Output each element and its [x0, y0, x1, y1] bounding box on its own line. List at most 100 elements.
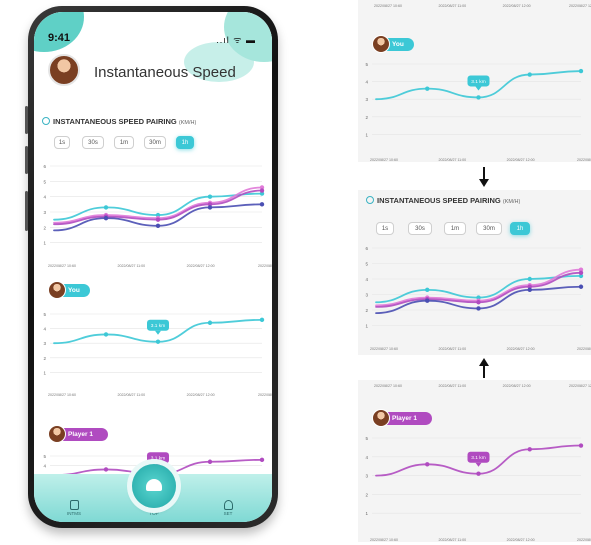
x-tick-label: 2022/08/27 10:60: [370, 538, 398, 542]
status-icons: ..ıl ᯤ ▬: [216, 35, 256, 45]
y-tick-label: 2: [365, 115, 368, 120]
panel-top-axis: 2022/08/27 10:60 2022/08/27 11:00 2022/08/…: [374, 384, 591, 388]
data-point: [259, 457, 265, 463]
data-point: [578, 68, 584, 74]
x-tick-label: 2022/08/27 12:00: [507, 158, 535, 162]
data-point: [425, 298, 430, 303]
section-title-text: INSTANTANEOUS SPEED PAIRING: [53, 117, 177, 126]
avatar: [48, 425, 66, 443]
panel-player1: 2022/08/27 10:60 2022/08/27 11:00 2022/08/…: [358, 380, 591, 542]
x-tick-label: 2022/08/27 10:60: [370, 347, 398, 351]
y-tick-label: 3: [43, 210, 46, 215]
time-button-1m[interactable]: 1m: [444, 222, 466, 235]
nav-center-label: TOP: [149, 511, 159, 516]
pairing-chart: 1 2 3 4 5 6 2022/08/27 10:60 2022/08/27 11:00 20…: [43, 164, 272, 268]
time-button-30s[interactable]: 30s: [408, 222, 432, 235]
data-point: [207, 194, 213, 199]
data-point: [103, 215, 109, 221]
nav-item-left[interactable]: INTMS: [62, 500, 86, 516]
y-tick-label: 3: [365, 97, 368, 102]
data-point: [425, 86, 430, 91]
nav-item-center[interactable]: TOP: [142, 511, 166, 516]
speed-bubble-tail: [475, 86, 482, 91]
y-tick-label: 4: [365, 277, 368, 282]
section-title: INSTANTANEOUS SPEED PAIRING (KM/H): [366, 196, 520, 205]
data-point: [476, 306, 481, 311]
avatar: [372, 35, 390, 53]
time-button-1h[interactable]: 1h: [176, 136, 194, 149]
user-icon: [223, 500, 233, 510]
panel-you: 2022/08/27 10:60 2022/08/27 11:00 2022/08/…: [358, 0, 591, 162]
data-point: [155, 223, 161, 228]
y-tick-label: 6: [365, 246, 368, 251]
speed-bubble-label: 3.1 km: [471, 79, 485, 85]
player1-badge[interactable]: Player 1: [372, 409, 432, 427]
data-point: [476, 300, 481, 305]
time-button-30m[interactable]: 30m: [144, 136, 166, 149]
x-tick-label: 2022/08/27 10:60: [48, 393, 76, 397]
x-tick-label: 2022/08/27 10:60: [374, 384, 402, 388]
x-tick-label: 2022/08/27 10:60: [374, 4, 402, 8]
x-tick-label: 2022/08/27 11:00: [438, 4, 466, 8]
x-tick-label: 2022/08/27 12:00: [507, 347, 535, 351]
data-point: [207, 459, 213, 464]
x-tick-label: 2022/08/27 12:: [258, 393, 272, 397]
speed-bubble-label: 3.1 km: [151, 456, 165, 462]
time-button-1s[interactable]: 1s: [376, 222, 394, 235]
player-you-badge[interactable]: You: [48, 281, 90, 299]
x-tick-label: 2022/08/27 11:00: [117, 264, 145, 268]
data-point: [425, 462, 430, 467]
nav-item-right[interactable]: SET: [216, 500, 240, 516]
y-tick-label: 1: [43, 241, 46, 246]
section-title-text: INSTANTANEOUS SPEED PAIRING: [377, 196, 501, 205]
x-tick-label: 2022/08/27 12:: [577, 158, 591, 162]
data-point: [207, 320, 213, 325]
y-tick-label: 3: [365, 293, 368, 298]
x-tick-label: 2022/08/27 12:: [577, 538, 591, 542]
y-tick-label: 4: [365, 80, 368, 85]
time-button-30m[interactable]: 30m: [476, 222, 502, 235]
data-point: [578, 270, 584, 275]
time-button-1h[interactable]: 1h: [510, 222, 530, 235]
player1-label: Player 1: [392, 415, 417, 422]
y-tick-label: 5: [365, 62, 368, 67]
phone-side-button: [25, 191, 28, 231]
page-title: Instantaneous Speed: [94, 64, 236, 81]
data-point: [259, 317, 265, 323]
avatar[interactable]: [48, 54, 80, 86]
speed-bubble-label: 3.1 km: [151, 323, 165, 329]
y-tick-label: 1: [365, 324, 368, 329]
phone-screen: 9:41 ..ıl ᯤ ▬ Instantaneous Speed INSTAN…: [34, 12, 272, 522]
data-point: [527, 287, 532, 293]
y-tick-label: 2: [365, 308, 368, 313]
speed-bubble-tail: [475, 462, 482, 467]
avatar: [48, 281, 66, 299]
x-tick-label: 2022/08/27 12:: [569, 4, 591, 8]
data-point: [527, 276, 532, 282]
y-tick-label: 5: [43, 312, 46, 317]
data-point: [578, 284, 584, 289]
run-fab-button[interactable]: [132, 464, 176, 508]
unit-label: (KM/H): [178, 120, 197, 126]
time-button-1s[interactable]: 1s: [54, 136, 70, 149]
info-icon[interactable]: [366, 196, 374, 204]
arrow-down-icon: [479, 167, 489, 187]
x-tick-label: 2022/08/27 12:00: [507, 538, 535, 542]
x-tick-label: 2022/08/27 12:: [258, 264, 272, 268]
player-you-badge[interactable]: You: [372, 35, 414, 53]
y-tick-label: 5: [365, 436, 368, 441]
data-point: [103, 467, 109, 472]
y-tick-label: 4: [43, 327, 46, 332]
panel-top-axis: 2022/08/27 10:60 2022/08/27 11:00 2022/08/…: [374, 4, 591, 8]
player1-badge[interactable]: Player 1: [48, 425, 108, 443]
x-tick-label: 2022/08/27 11:00: [438, 347, 466, 351]
y-tick-label: 2: [43, 356, 46, 361]
data-point: [259, 188, 265, 193]
time-button-1m[interactable]: 1m: [114, 136, 134, 149]
info-icon[interactable]: [42, 117, 50, 125]
y-tick-label: 3: [43, 341, 46, 346]
time-button-30s[interactable]: 30s: [82, 136, 104, 149]
y-tick-label: 5: [365, 262, 368, 267]
you-chart-detail: 1 2 3 4 5 2022/08/27 10:60 2022/08/27 11:00 202…: [365, 62, 591, 162]
speed-bubble-tail: [155, 330, 161, 335]
